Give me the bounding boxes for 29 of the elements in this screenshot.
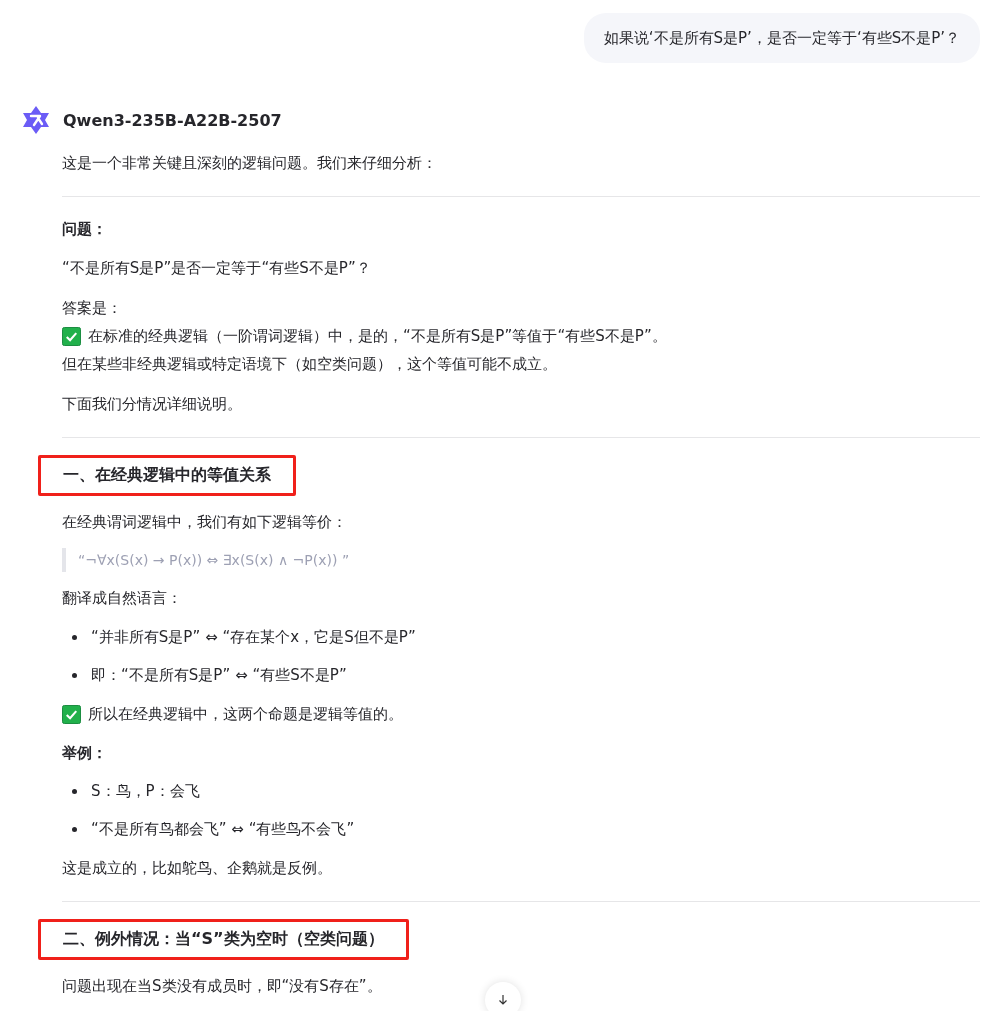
list-item-text: “并非所有S是P” ⇔ “存在某个x，它是S但不是P”	[91, 627, 416, 648]
user-message: 如果说‘不是所有S是P’，是否一定等于‘有些S不是P’？	[583, 13, 980, 63]
paragraph-text: 翻译成自然语言：	[62, 588, 182, 609]
scroll-down-button[interactable]	[485, 982, 521, 1011]
bullet-icon	[72, 634, 77, 640]
paragraph-text: 这是成立的，比如鸵鸟、企鹅就是反例。	[62, 858, 332, 879]
list-item-text: “不是所有鸟都会飞” ⇔ “有些鸟不会飞”	[91, 819, 355, 840]
list-item-text: S：鸟，P：会飞	[91, 781, 200, 802]
paragraph-text: 答案是：	[62, 298, 122, 319]
bullet-icon	[72, 672, 77, 678]
section-label: 问题：	[62, 219, 108, 240]
bullet-icon	[72, 826, 77, 832]
block-quote: “¬∀x(S(x) → P(x)) ⇔ ∃x(S(x) ∧ ¬P(x)) ”	[62, 548, 980, 572]
section-heading: 一、在经典逻辑中的等值关系	[38, 455, 296, 496]
star-logo-icon	[20, 104, 52, 136]
paragraph-text: 这是一个非常关键且深刻的逻辑问题。我们来仔细分析：	[62, 153, 437, 174]
list-item-text: 即：“不是所有S是P” ⇔ “有些S不是P”	[91, 665, 347, 686]
paragraph-text: “不是所有S是P”是否一定等于“有些S不是P”？	[62, 258, 371, 279]
paragraph-text: 问题出现在当S类没有成员时，即“没有S存在”。	[62, 976, 382, 997]
bullet-icon	[72, 788, 77, 794]
model-name: Qwen3-235B-A22B-2507	[63, 110, 282, 130]
paragraph-text: 在经典谓词逻辑中，我们有如下逻辑等价：	[62, 512, 347, 533]
section-heading: 二、例外情况：当“S”类为空时（空类问题）	[38, 919, 409, 960]
paragraph-text: 但在某些非经典逻辑或特定语境下（如空类问题），这个等值可能不成立。	[62, 354, 557, 375]
paragraph-text: 在标准的经典逻辑（一阶谓词逻辑）中，是的，“不是所有S是P”等值于“有些S不是P”。	[88, 326, 667, 347]
arrow-down-icon	[497, 994, 509, 1006]
paragraph-text: 所以在经典逻辑中，这两个命题是逻辑等值的。	[88, 704, 403, 725]
paragraph-text: 下面我们分情况详细说明。	[62, 394, 242, 415]
section-label: 举例：	[62, 743, 108, 764]
